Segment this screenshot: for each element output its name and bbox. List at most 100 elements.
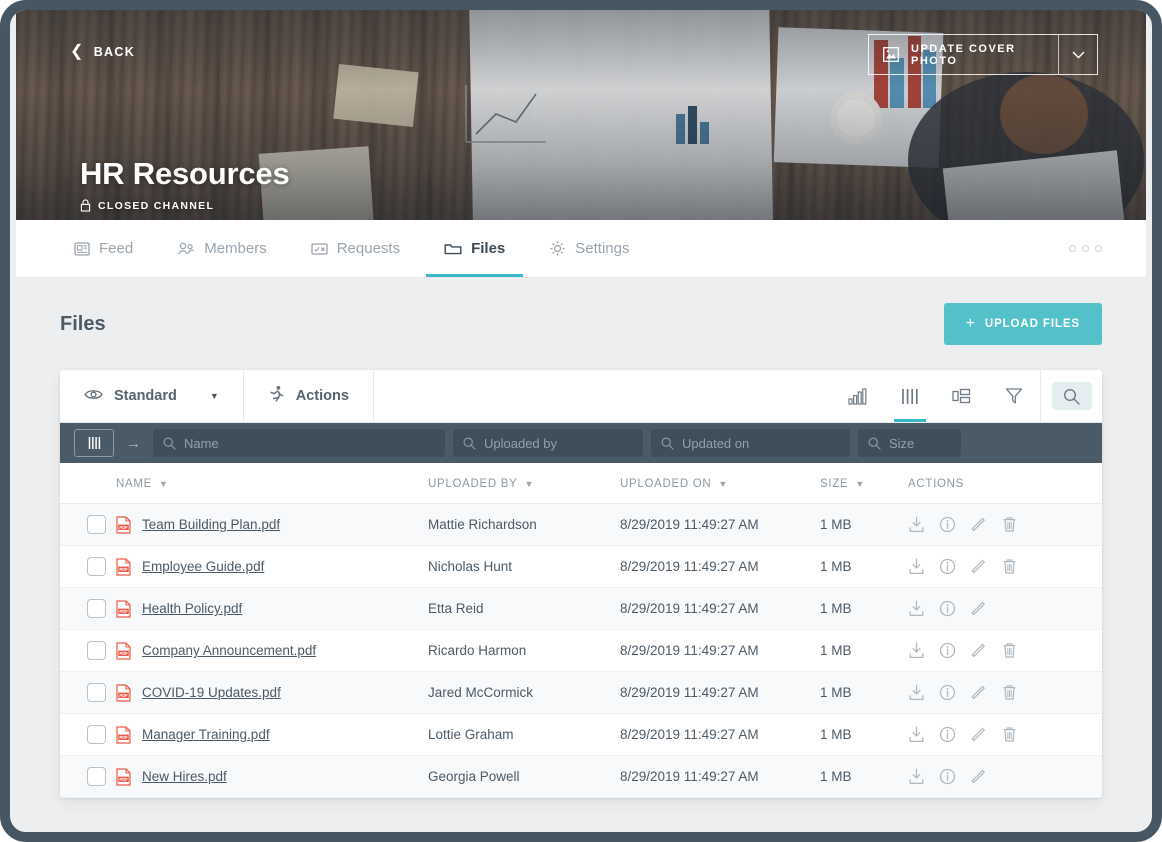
row-uploaded-by-cell: Lottie Graham xyxy=(428,713,620,756)
file-name-link[interactable]: New Hires.pdf xyxy=(142,769,227,784)
delete-icon[interactable] xyxy=(1001,726,1018,743)
tab-feed[interactable]: Feed xyxy=(56,220,151,277)
row-checkbox[interactable] xyxy=(87,725,106,744)
search-icon xyxy=(661,436,674,450)
tab-members[interactable]: Members xyxy=(159,220,285,277)
tab-settings[interactable]: Settings xyxy=(531,220,647,277)
chart-icon[interactable] xyxy=(832,370,884,422)
table-row[interactable]: PDF Employee Guide.pdf Nicholas Hunt 8/2… xyxy=(60,545,1102,588)
info-icon[interactable] xyxy=(939,768,956,785)
row-checkbox[interactable] xyxy=(87,515,106,534)
download-icon[interactable] xyxy=(908,726,925,743)
eye-icon xyxy=(84,388,103,405)
info-icon[interactable] xyxy=(939,558,956,575)
row-checkbox[interactable] xyxy=(87,683,106,702)
chevron-down-icon: ▼ xyxy=(209,391,219,401)
info-icon[interactable] xyxy=(939,600,956,617)
row-uploaded-on-cell: 8/29/2019 11:49:27 AM xyxy=(620,755,820,798)
file-name-link[interactable]: Health Policy.pdf xyxy=(142,601,242,616)
download-icon[interactable] xyxy=(908,558,925,575)
download-icon[interactable] xyxy=(908,642,925,659)
info-icon[interactable] xyxy=(939,726,956,743)
edit-icon[interactable] xyxy=(970,684,987,701)
table-row[interactable]: PDF COVID-19 Updates.pdf Jared McCormick… xyxy=(60,671,1102,714)
svg-text:PDF: PDF xyxy=(119,608,128,613)
file-name-link[interactable]: Team Building Plan.pdf xyxy=(142,517,280,532)
search-icon xyxy=(463,436,476,450)
edit-icon[interactable] xyxy=(970,768,987,785)
uploaded-by-filter-input[interactable]: Uploaded by xyxy=(453,429,643,457)
tab-requests[interactable]: Requests xyxy=(293,220,418,277)
col-name[interactable]: NAME ▼ xyxy=(116,463,428,504)
row-size-cell: 1 MB xyxy=(820,671,908,714)
download-icon[interactable] xyxy=(908,768,925,785)
edit-icon[interactable] xyxy=(970,558,987,575)
columns-icon[interactable] xyxy=(884,370,936,422)
chevron-down-icon: ▼ xyxy=(159,479,169,489)
files-table-body: PDF Team Building Plan.pdf Mattie Richar… xyxy=(60,503,1102,798)
row-name-cell: PDF Team Building Plan.pdf xyxy=(116,503,428,546)
layout-icon[interactable] xyxy=(936,370,988,422)
back-button[interactable]: ❮ BACK xyxy=(70,44,135,60)
cover-banner: ❮ BACK UPDATE COVER PHOTO HR Resources C… xyxy=(16,10,1146,220)
download-icon[interactable] xyxy=(908,516,925,533)
edit-icon[interactable] xyxy=(970,726,987,743)
table-row[interactable]: PDF Health Policy.pdf Etta Reid 8/29/201… xyxy=(60,587,1102,630)
pdf-file-icon: PDF xyxy=(116,641,131,660)
col-size[interactable]: SIZE ▼ xyxy=(820,463,908,504)
download-icon[interactable] xyxy=(908,600,925,617)
edit-icon[interactable] xyxy=(970,600,987,617)
delete-icon[interactable] xyxy=(1001,558,1018,575)
row-select-cell xyxy=(60,713,116,756)
row-checkbox[interactable] xyxy=(87,767,106,786)
file-name-link[interactable]: Company Announcement.pdf xyxy=(142,643,316,658)
table-row[interactable]: PDF Team Building Plan.pdf Mattie Richar… xyxy=(60,503,1102,546)
files-toolbar: Standard ▼ Actions xyxy=(60,370,1102,423)
row-uploaded-by-cell: Georgia Powell xyxy=(428,755,620,798)
table-row[interactable]: PDF Manager Training.pdf Lottie Graham 8… xyxy=(60,713,1102,756)
edit-icon[interactable] xyxy=(970,516,987,533)
delete-icon[interactable] xyxy=(1001,684,1018,701)
upload-files-button[interactable]: + UPLOAD FILES xyxy=(943,303,1102,345)
file-name-link[interactable]: Manager Training.pdf xyxy=(142,727,270,742)
row-checkbox[interactable] xyxy=(87,557,106,576)
file-name-link[interactable]: COVID-19 Updates.pdf xyxy=(142,685,281,700)
info-icon[interactable] xyxy=(939,684,956,701)
view-selector[interactable]: Standard ▼ xyxy=(60,370,244,422)
more-options-button[interactable] xyxy=(1069,220,1146,277)
edit-icon[interactable] xyxy=(970,642,987,659)
search-icon xyxy=(868,436,881,450)
col-uploaded-by[interactable]: UPLOADED BY ▼ xyxy=(428,463,620,504)
name-filter-input[interactable]: Name xyxy=(153,429,445,457)
row-actions-cell xyxy=(908,587,1102,630)
delete-icon[interactable] xyxy=(1001,516,1018,533)
col-uploaded-on[interactable]: UPLOADED ON ▼ xyxy=(620,463,820,504)
filter-icon[interactable] xyxy=(988,370,1040,422)
search-button[interactable] xyxy=(1040,370,1102,422)
row-size-cell: 1 MB xyxy=(820,713,908,756)
download-icon[interactable] xyxy=(908,684,925,701)
file-name-link[interactable]: Employee Guide.pdf xyxy=(142,559,264,574)
tab-files[interactable]: Files xyxy=(426,220,524,277)
chevron-down-icon: ▼ xyxy=(524,479,535,489)
column-chooser-button[interactable] xyxy=(74,429,114,457)
row-name-cell: PDF COVID-19 Updates.pdf xyxy=(116,671,428,714)
plus-icon: + xyxy=(965,315,976,332)
row-checkbox[interactable] xyxy=(87,641,106,660)
info-icon[interactable] xyxy=(939,516,956,533)
table-row[interactable]: PDF New Hires.pdf Georgia Powell 8/29/20… xyxy=(60,755,1102,798)
row-name-cell: PDF New Hires.pdf xyxy=(116,755,428,798)
row-uploaded-on-cell: 8/29/2019 11:49:27 AM xyxy=(620,545,820,588)
update-cover-photo-button[interactable]: UPDATE COVER PHOTO xyxy=(868,34,1098,75)
files-table: NAME ▼ UPLOADED BY ▼ UPLOADED ON ▼ SIZE ▼ AC xyxy=(60,463,1102,798)
chevron-down-icon[interactable] xyxy=(1059,51,1097,59)
size-filter-input[interactable]: Size xyxy=(858,429,961,457)
table-row[interactable]: PDF Company Announcement.pdf Ricardo Har… xyxy=(60,629,1102,672)
row-actions-cell xyxy=(908,503,1102,546)
actions-button[interactable]: Actions xyxy=(244,370,374,422)
row-checkbox[interactable] xyxy=(87,599,106,618)
info-icon[interactable] xyxy=(939,642,956,659)
delete-icon[interactable] xyxy=(1001,642,1018,659)
updated-on-filter-input[interactable]: Updated on xyxy=(651,429,850,457)
chevron-down-icon: ▼ xyxy=(718,479,729,489)
